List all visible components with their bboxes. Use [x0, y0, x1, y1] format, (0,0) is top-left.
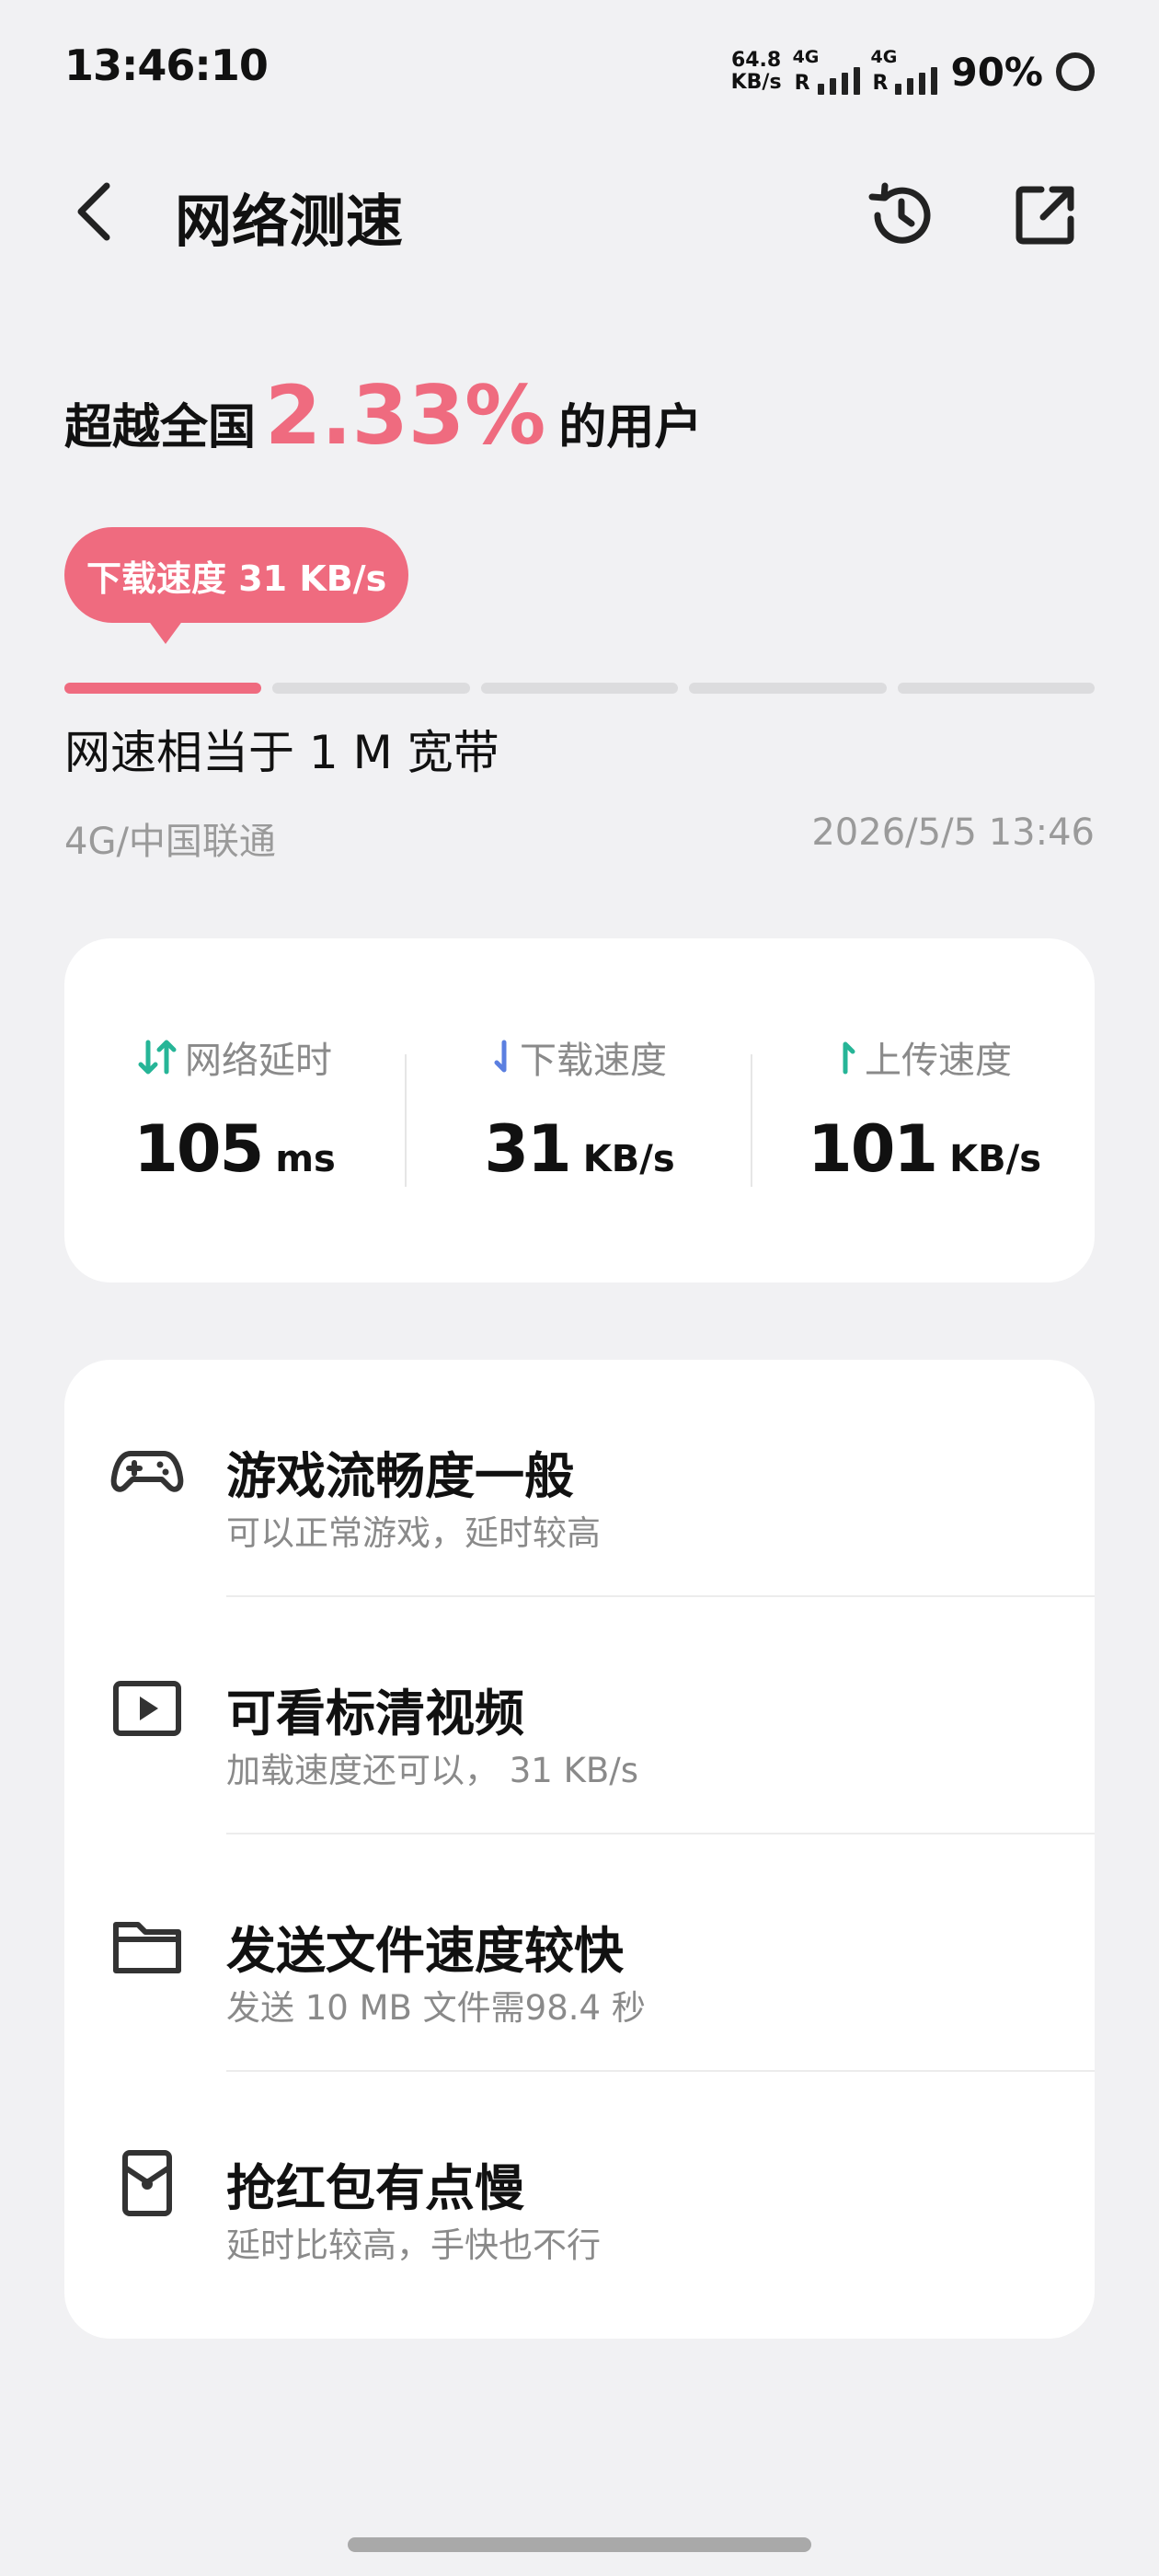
level-segment — [689, 683, 887, 694]
metric-value: 105 — [133, 1111, 264, 1187]
feature-video[interactable]: 可看标清视频 加载速度还可以， 31 KB/s — [64, 1597, 1095, 1834]
history-button[interactable] — [865, 178, 938, 252]
video-play-icon — [113, 1681, 181, 1736]
share-button[interactable] — [1008, 178, 1082, 252]
status-bar: 13:46:10 64.8 KB/s 4G R 4G R 90% — [0, 0, 1159, 138]
metric-value: 101 — [807, 1111, 938, 1187]
speed-level-bar — [64, 683, 1096, 694]
feature-desc: 加载速度还可以， 31 KB/s — [226, 1751, 638, 1790]
feature-file-transfer[interactable]: 发送文件速度较快 发送 10 MB 文件需98.4 秒 — [64, 1834, 1095, 2072]
metrics-card: 网络延时 105 ms 下载速度 31 KB/s 上传速度 101 KB/s — [64, 938, 1095, 1282]
app-header: 网络测速 — [0, 166, 1159, 258]
metric-label: 上传速度 — [865, 1040, 1012, 1082]
signal-icon: 4G R — [870, 47, 938, 95]
status-time: 13:46:10 — [64, 40, 269, 90]
back-button[interactable] — [66, 182, 121, 241]
sim2-roaming: R — [872, 72, 889, 95]
latency-icon — [138, 1040, 177, 1075]
network-speed-indicator: 64.8 KB/s — [731, 50, 782, 94]
folder-icon — [113, 1922, 181, 1973]
test-timestamp: 2026/5/5 13:46 — [811, 811, 1095, 854]
feature-red-packet[interactable]: 抢红包有点慢 延时比较高，手快也不行 — [64, 2072, 1095, 2309]
history-icon — [868, 182, 931, 244]
page-title: 网络测速 — [175, 188, 404, 255]
feature-title: 游戏流畅度一般 — [226, 1447, 574, 1505]
download-arrow-icon — [494, 1040, 507, 1073]
download-metric: 下载速度 31 KB/s — [409, 1030, 750, 1187]
upload-metric: 上传速度 101 KB/s — [754, 1030, 1095, 1187]
metric-divider — [405, 1054, 407, 1187]
network-speed-unit: KB/s — [730, 71, 782, 94]
speed-test-page: 13:46:10 64.8 KB/s 4G R 4G R 90% 网络测速 超越… — [0, 0, 1159, 2576]
feature-title: 抢红包有点慢 — [226, 2159, 524, 2217]
red-packet-icon — [122, 2150, 172, 2216]
network-carrier: 4G/中国联通 — [64, 821, 276, 863]
signal-icon: 4G R — [792, 47, 860, 95]
level-segment — [272, 683, 470, 694]
metric-label: 下载速度 — [520, 1040, 667, 1082]
upload-arrow-icon — [843, 1041, 855, 1075]
level-segment — [64, 683, 262, 694]
rank-percent: 2.33% — [265, 368, 546, 463]
rank-suffix: 的用户 — [558, 400, 703, 455]
status-indicators: 64.8 KB/s 4G R 4G R 90% — [731, 44, 1095, 99]
feature-desc: 延时比较高，手快也不行 — [226, 2225, 601, 2265]
rank-prefix: 超越全国 — [64, 400, 257, 455]
home-indicator[interactable] — [348, 2537, 811, 2552]
battery-percent: 90% — [950, 49, 1043, 95]
metric-value: 31 — [484, 1111, 571, 1187]
level-segment — [480, 683, 679, 694]
gamepad-icon — [110, 1451, 184, 1492]
metric-label: 网络延时 — [185, 1040, 332, 1082]
feature-title: 可看标清视频 — [226, 1685, 524, 1742]
download-speed-bubble: 下载速度 31 KB/s — [64, 527, 409, 623]
bandwidth-equivalent: 网速相当于 1 M 宽带 — [64, 726, 499, 779]
feature-desc: 发送 10 MB 文件需98.4 秒 — [226, 1988, 646, 2028]
sim2-network-type: 4G — [870, 47, 898, 67]
feature-title: 发送文件速度较快 — [226, 1922, 624, 1980]
share-icon — [1016, 186, 1074, 245]
feature-gaming[interactable]: 游戏流畅度一般 可以正常游戏，延时较高 — [64, 1360, 1095, 1597]
network-speed-value: 64.8 — [730, 49, 782, 72]
rank-summary: 超越全国 2.33% 的用户 — [64, 368, 702, 463]
sim1-network-type: 4G — [792, 47, 820, 67]
battery-icon — [1056, 52, 1095, 91]
metric-unit: KB/s — [949, 1138, 1042, 1180]
feature-desc: 可以正常游戏，延时较高 — [226, 1513, 601, 1553]
level-segment — [897, 683, 1096, 694]
usage-assessment-card: 游戏流畅度一般 可以正常游戏，延时较高 可看标清视频 加载速度还可以， 31 K… — [64, 1360, 1095, 2339]
metric-unit: KB/s — [582, 1138, 675, 1180]
sim1-roaming: R — [794, 72, 810, 95]
metric-unit: ms — [275, 1138, 336, 1180]
latency-metric: 网络延时 105 ms — [64, 1030, 405, 1187]
bubble-pointer — [145, 616, 186, 644]
chevron-left-icon — [77, 182, 110, 241]
metric-divider — [751, 1054, 752, 1187]
